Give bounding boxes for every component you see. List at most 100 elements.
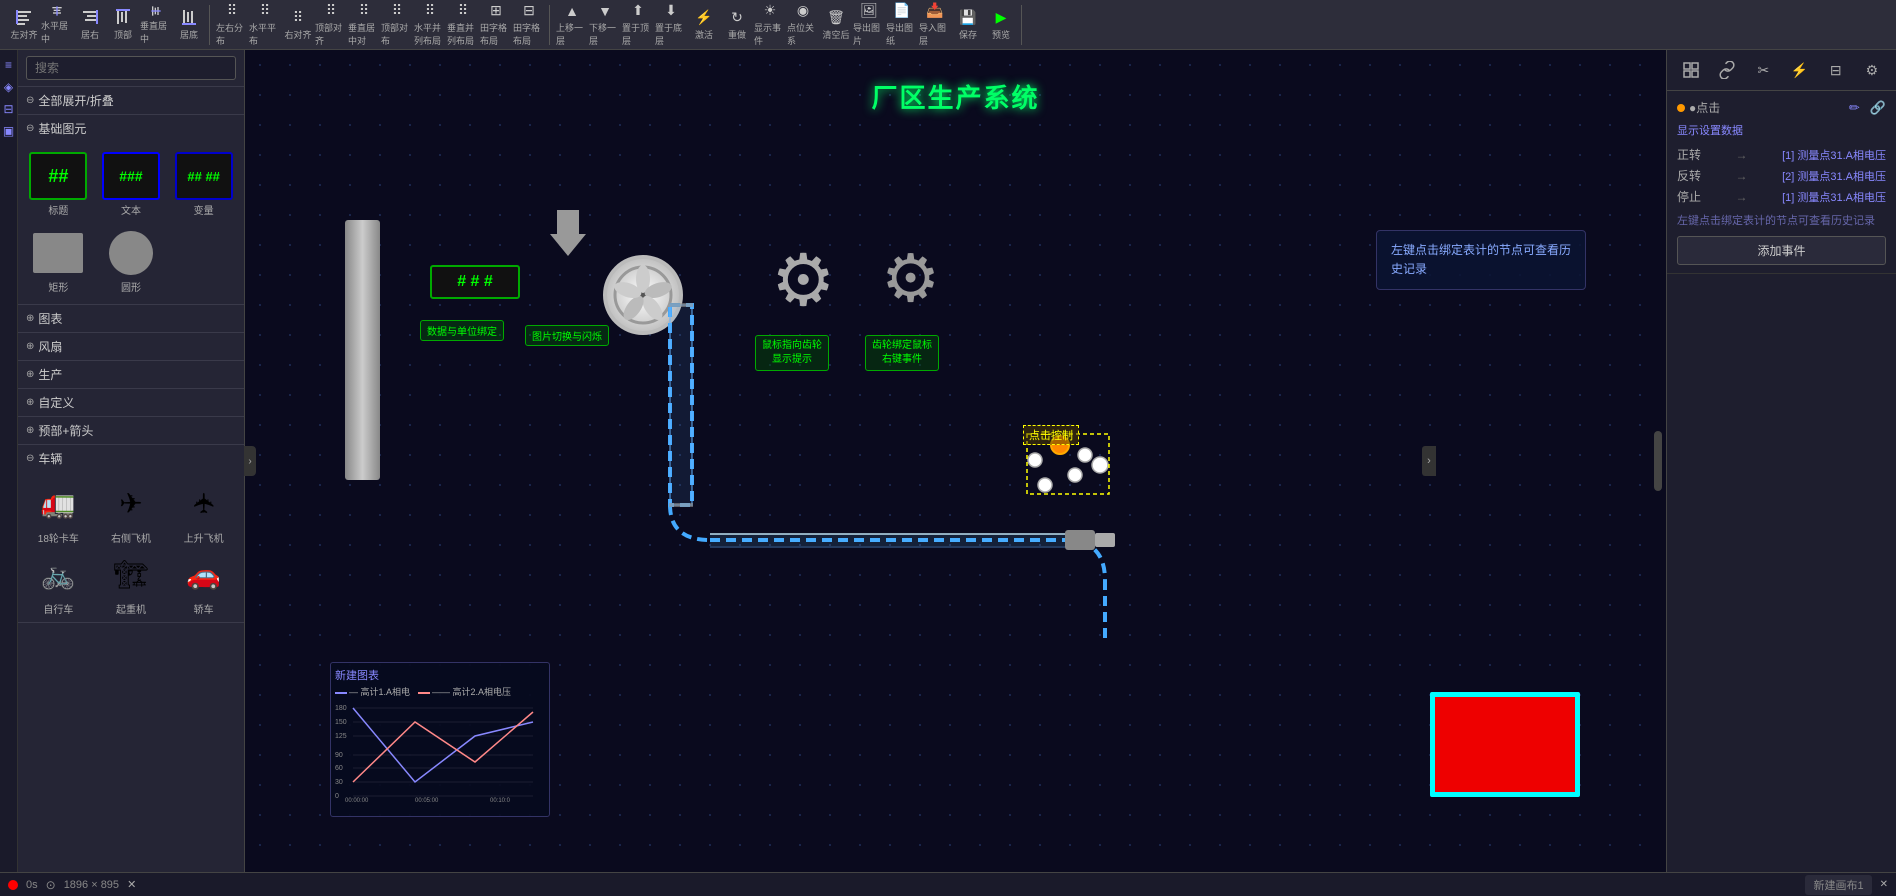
sidebar-icon-4[interactable]: ▣ (3, 124, 14, 138)
rpanel-link-btn[interactable] (1713, 56, 1741, 84)
gear2-label: 齿轮绑定鼠标 右键事件 (865, 335, 939, 371)
section-basic-header[interactable]: ⊖ 基础图元 (18, 115, 244, 142)
dist-tv-btn[interactable]: ⠿顶部对布 (381, 5, 413, 45)
rp-key-stop: 停止 (1677, 188, 1701, 205)
section-chart-label: 图表 (38, 310, 62, 327)
rpanel-grid-btn[interactable] (1677, 56, 1705, 84)
rp-link-icon[interactable]: 🔗 (1870, 100, 1886, 116)
add-event-btn[interactable]: 添加事件 (1677, 236, 1886, 265)
align-top-btn[interactable]: 顶部 (107, 5, 139, 45)
canvas-scrollbar[interactable] (1654, 431, 1662, 491)
section-arrowhead-header[interactable]: ⊕ 预部+箭头 (18, 417, 244, 444)
section-all-header[interactable]: ⊖ 全部展开/折叠 (18, 87, 244, 114)
chart-legend: — 高计1.A相电 —— 高计2.A相电压 (335, 685, 545, 698)
rpanel-table-btn[interactable]: ⊟ (1822, 56, 1850, 84)
dist-t-btn[interactable]: ⠿顶部对齐 (315, 5, 347, 45)
rpanel-cut-btn[interactable]: ✂ (1749, 56, 1777, 84)
dist-hl-btn[interactable]: ⠿水平并列布局 (414, 5, 446, 45)
align-right-btn[interactable]: 居右 (74, 5, 106, 45)
crane-label: 起重机 (116, 601, 146, 616)
svg-text:0: 0 (335, 793, 339, 800)
svg-text:60: 60 (335, 765, 343, 772)
search-input[interactable] (26, 56, 236, 80)
import-layer-btn[interactable]: 📥导入图层 (919, 5, 951, 45)
rp-val-reverse: [2] 测量点31.A相电压 (1782, 168, 1886, 184)
move-up-btn[interactable]: ▲上移一层 (556, 5, 588, 45)
item-text[interactable]: ### 文本 (97, 148, 166, 221)
preview-btn[interactable]: ▶预览 (985, 5, 1017, 45)
data-display-box[interactable]: # # # (430, 265, 520, 299)
item-rect[interactable]: 矩形 (24, 225, 93, 298)
activate-btn[interactable]: ⚡激活 (688, 5, 720, 45)
right-panel-click-section: ●点击 ✏ 🔗 显示设置数据 正转 → [1] 测量点31.A相电压 反转 → … (1667, 91, 1896, 274)
dist-r-btn[interactable]: ⠿右对齐 (282, 5, 314, 45)
show-event-btn[interactable]: ☀显示事件 (754, 5, 786, 45)
gear2[interactable]: ⚙ (881, 245, 940, 311)
rp-key-reverse: 反转 (1677, 167, 1701, 184)
align-hcenter-btn[interactable]: 水平居中 (41, 5, 73, 45)
dist-vm-btn[interactable]: ⠿垂直居中对 (348, 5, 380, 45)
dist-grid2-btn[interactable]: ⊟田字格布局 (513, 5, 545, 45)
canvas-area[interactable]: 厂区生产系统 # # # 数据与单位绑定 图片切换与闪烁 ⚙ (245, 50, 1666, 872)
redo-btn[interactable]: ↻重做 (721, 5, 753, 45)
item-variable[interactable]: ## ## 变量 (169, 148, 238, 221)
vehicle-plane-up[interactable]: ✈ 上升飞机 (169, 478, 238, 545)
right-panel-toolbar: ✂ ⚡ ⊟ ⚙ (1667, 50, 1896, 91)
sidebar-icon-1[interactable]: ≡ (5, 58, 12, 72)
gear1[interactable]: ⚙ (771, 245, 836, 317)
align-vcenter-btn[interactable]: 垂直居中 (140, 5, 172, 45)
text-label: 文本 (121, 202, 141, 217)
dist-grid-btn[interactable]: ⊞田字格布局 (480, 5, 512, 45)
chart-box: 新建图表 — 高计1.A相电 —— 高计2.A相电压 180 150 125 9… (330, 662, 550, 817)
legend-item-2: —— 高计2.A相电压 (418, 685, 511, 698)
vehicle-car[interactable]: 🚗 轿车 (169, 549, 238, 616)
vehicle-truck[interactable]: 🚛 18轮卡车 (24, 478, 93, 545)
move-down-btn[interactable]: ▼下移一层 (589, 5, 621, 45)
section-chart-header[interactable]: ⊕ 图表 (18, 305, 244, 332)
item-tag[interactable]: ## 标题 (24, 148, 93, 221)
item-circle[interactable]: 圆形 (97, 225, 166, 298)
rect-preview-container (29, 229, 87, 277)
to-bottom-btn[interactable]: ⬇置于底层 (655, 5, 687, 45)
rpanel-settings-btn[interactable]: ⚙ (1858, 56, 1886, 84)
save-btn[interactable]: 💾保存 (952, 5, 984, 45)
variable-preview: ## ## (175, 152, 233, 200)
section-production-header[interactable]: ⊕ 生产 (18, 361, 244, 388)
clear-btn[interactable]: 🗑清空后 (820, 5, 852, 45)
section-custom: ⊕ 自定义 (18, 389, 244, 417)
dist-vl-btn[interactable]: ⠿垂直并列布局 (447, 5, 479, 45)
status-tab[interactable]: 新建画布1 (1805, 875, 1871, 895)
point-rel-btn[interactable]: ◉点位关系 (787, 5, 819, 45)
sidebar-toggle[interactable]: › (244, 446, 256, 476)
rp-val-forward: [1] 测量点31.A相电压 (1782, 147, 1886, 163)
export-img-btn[interactable]: 🖼导出图片 (853, 5, 885, 45)
align-bottom-btn[interactable]: 居底 (173, 5, 205, 45)
info-box: 左键点击绑定表计的节点可查看历史记录 (1376, 230, 1586, 290)
status-tab-close[interactable]: ✕ (1880, 879, 1888, 890)
section-custom-header[interactable]: ⊕ 自定义 (18, 389, 244, 416)
rp-arrow-stop: → (1736, 190, 1748, 204)
vehicle-plane-right[interactable]: ✈ 右侧飞机 (97, 478, 166, 545)
rp-edit-icon[interactable]: ✏ (1849, 100, 1860, 116)
vehicle-bike[interactable]: 🚲 自行车 (24, 549, 93, 616)
sidebar-icon-2[interactable]: ◈ (4, 80, 13, 94)
svg-text:00:10:0: 00:10:0 (490, 798, 511, 802)
dist-hh-btn[interactable]: ⠿水平平布 (249, 5, 281, 45)
align-left-btn[interactable]: 左对齐 (8, 5, 40, 45)
to-top-btn[interactable]: ⬆置于顶层 (622, 5, 654, 45)
section-vehicle-header[interactable]: ⊖ 车辆 (18, 445, 244, 472)
dist-h-btn[interactable]: ⠿左右分布 (216, 5, 248, 45)
status-close[interactable]: ✕ (127, 878, 136, 891)
rpanel-event-btn[interactable]: ⚡ (1786, 56, 1814, 84)
circle-preview (109, 231, 153, 275)
export-paper-btn[interactable]: 📄导出图纸 (886, 5, 918, 45)
red-output-box[interactable] (1430, 692, 1580, 797)
car-icon: 🚗 (175, 549, 233, 599)
sidebar-icon-3[interactable]: ⊟ (3, 102, 13, 116)
section-custom-label: 自定义 (38, 394, 74, 411)
svg-text:30: 30 (335, 779, 343, 786)
rp-note: 左键点击绑定表计的节点可查看历史记录 (1677, 213, 1886, 230)
vehicle-crane[interactable]: 🏗 起重机 (97, 549, 166, 616)
right-panel-toggle[interactable]: › (1422, 446, 1436, 476)
section-fan-header[interactable]: ⊕ 风扇 (18, 333, 244, 360)
